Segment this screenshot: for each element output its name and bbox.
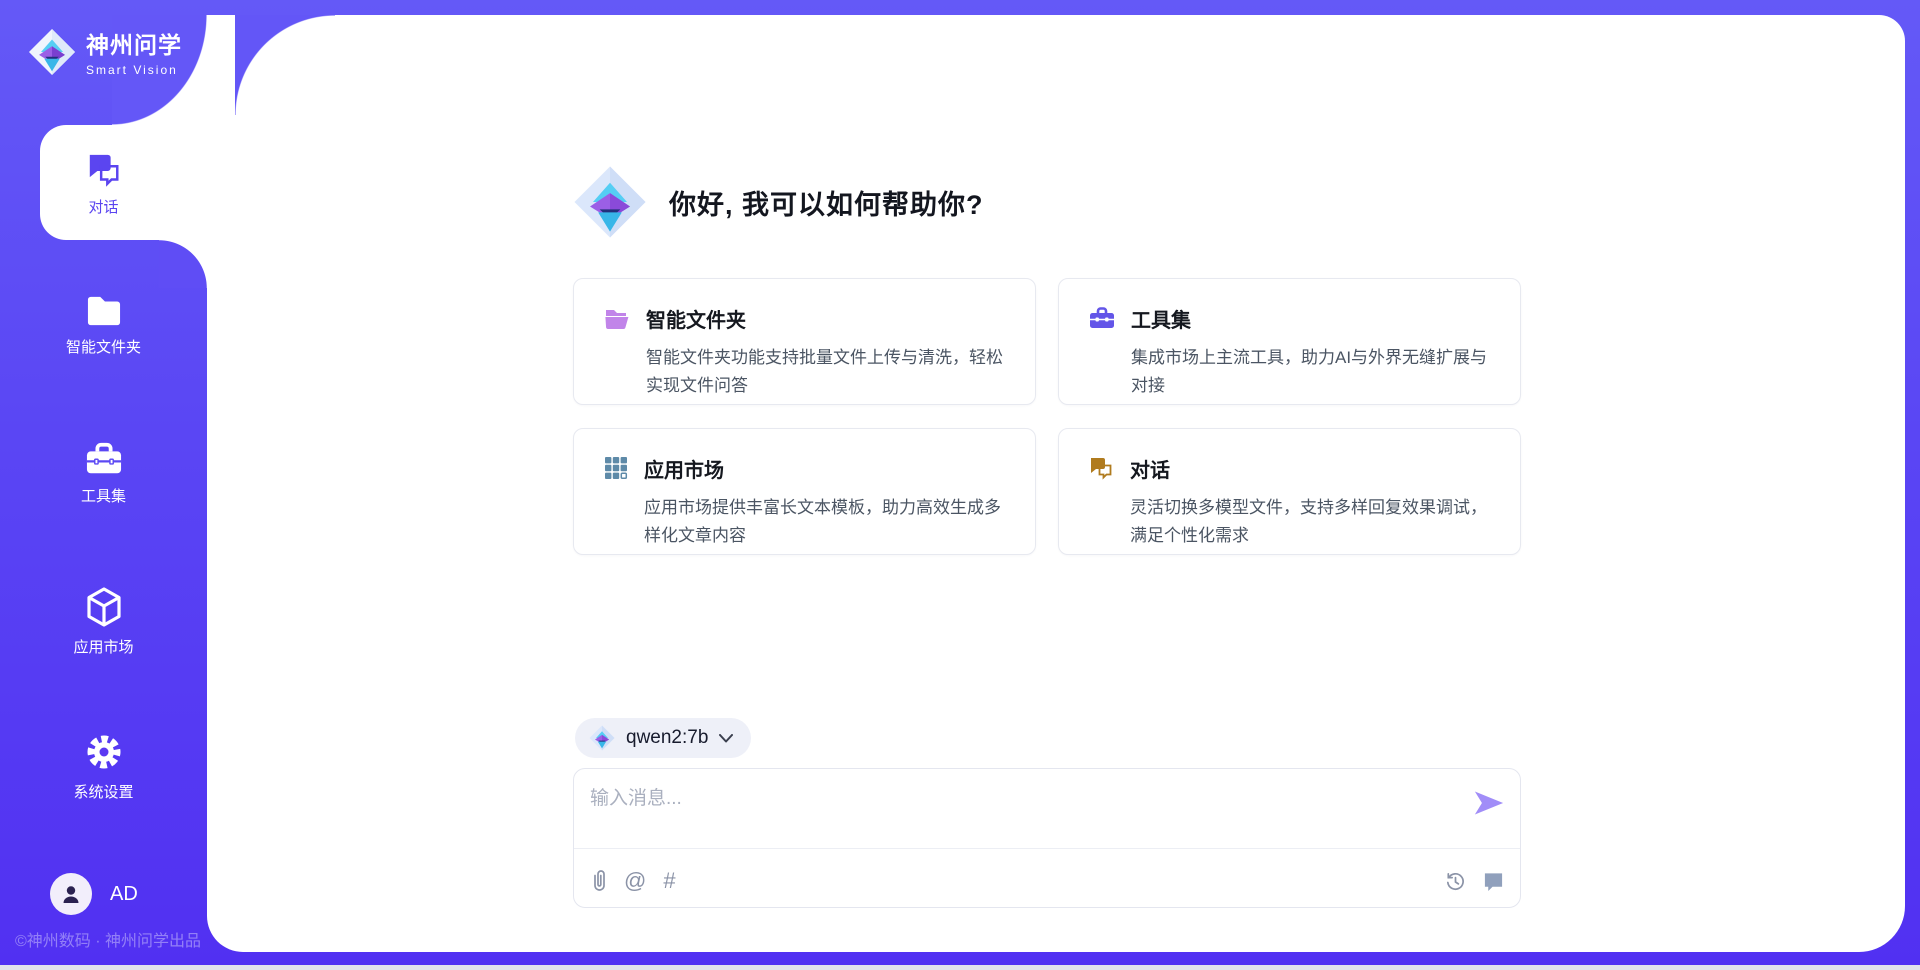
attachment-icon[interactable] [592, 869, 607, 893]
card-toolset[interactable]: 工具集 集成市场上主流工具，助力AI与外界无缝扩展与对接 [1058, 278, 1521, 405]
card-description: 灵活切换多模型文件，支持多样回复效果调试，满足个性化需求 [1130, 494, 1500, 550]
chat-icon [85, 152, 123, 188]
folder-icon [84, 294, 124, 328]
copyright-note: ©神州数码 · 神州问学出品 [15, 927, 215, 951]
user-initials: AD [110, 883, 138, 906]
model-diamond-icon [589, 725, 615, 751]
send-button[interactable] [1474, 791, 1504, 820]
gear-icon [83, 731, 125, 773]
card-description: 智能文件夹功能支持批量文件上传与清洗，轻松实现文件问答 [646, 344, 1015, 400]
hashtag-icon[interactable]: # [663, 870, 675, 892]
sidebar-item-label: 应用市场 [0, 636, 207, 657]
sidebar-item-settings[interactable]: 系统设置 [0, 731, 207, 802]
tab-fillet-bottom [159, 240, 207, 288]
briefcase-icon [1089, 304, 1115, 404]
card-title: 智能文件夹 [646, 304, 1015, 333]
message-composer: @ # [573, 768, 1521, 908]
chevron-down-icon [719, 734, 733, 743]
brand-diamond-icon [573, 165, 647, 239]
main-content-panel: 你好, 我可以如何帮助你? 智能文件夹 智能文件夹功能支持批量文件上传与清洗，轻… [207, 15, 1905, 952]
card-title: 对话 [1130, 454, 1500, 483]
card-title: 工具集 [1131, 304, 1500, 333]
model-name: qwen2:7b [626, 727, 708, 749]
horizontal-scrollbar[interactable] [0, 965, 1920, 970]
avatar [50, 873, 92, 915]
cube-icon [84, 586, 124, 628]
card-app-market[interactable]: 应用市场 应用市场提供丰富长文本模板，助力高效生成多样化文章内容 [573, 428, 1036, 555]
sidebar-item-label: 智能文件夹 [0, 336, 207, 357]
user-account[interactable]: AD [50, 873, 138, 915]
sidebar-item-app-market[interactable]: 应用市场 [0, 586, 207, 657]
corner-swoosh [235, 15, 335, 115]
message-bubble-icon[interactable] [1483, 871, 1504, 892]
card-title: 应用市场 [644, 454, 1015, 483]
chat-icon [1089, 454, 1114, 554]
sidebar-item-smart-folder[interactable]: 智能文件夹 [0, 294, 207, 357]
folder-icon [604, 304, 630, 404]
brand-diamond-icon [28, 28, 76, 76]
card-description: 应用市场提供丰富长文本模板，助力高效生成多样化文章内容 [644, 494, 1015, 550]
mention-icon[interactable]: @ [624, 870, 646, 892]
greeting-title: 你好, 我可以如何帮助你? [669, 183, 984, 222]
sidebar-item-chat[interactable]: 对话 [0, 152, 207, 217]
message-input[interactable] [590, 783, 1450, 839]
sidebar-item-label: 对话 [0, 196, 207, 217]
grid-icon [604, 454, 628, 554]
card-description: 集成市场上主流工具，助力AI与外界无缝扩展与对接 [1131, 344, 1500, 400]
history-icon[interactable] [1444, 870, 1467, 893]
card-smart-folder[interactable]: 智能文件夹 智能文件夹功能支持批量文件上传与清洗，轻松实现文件问答 [573, 278, 1036, 405]
person-icon [59, 882, 83, 906]
sidebar-item-toolset[interactable]: 工具集 [0, 441, 207, 506]
app-logo: 神州问学 Smart Vision [28, 26, 182, 77]
brand-subtitle: Smart Vision [86, 63, 182, 77]
card-chat[interactable]: 对话 灵活切换多模型文件，支持多样回复效果调试，满足个性化需求 [1058, 428, 1521, 555]
feature-cards: 智能文件夹 智能文件夹功能支持批量文件上传与清洗，轻松实现文件问答 工具集 [573, 278, 1521, 555]
greeting-block: 你好, 我可以如何帮助你? [573, 165, 984, 239]
composer-divider [574, 848, 1520, 849]
model-selector[interactable]: qwen2:7b [575, 718, 751, 758]
briefcase-icon [84, 441, 124, 477]
sidebar-item-label: 工具集 [0, 485, 207, 506]
brand-title: 神州问学 [86, 26, 182, 60]
sidebar-item-label: 系统设置 [0, 781, 207, 802]
